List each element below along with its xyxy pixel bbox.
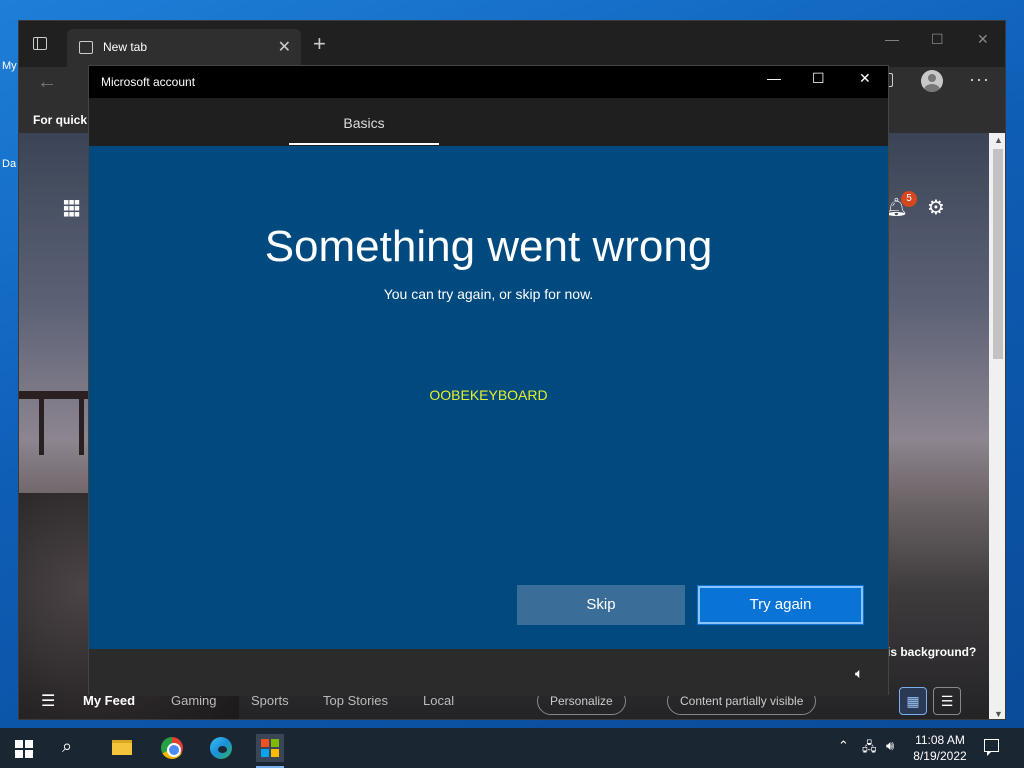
scroll-up-icon[interactable]: ▲: [994, 135, 1003, 145]
background-pier-post: [39, 395, 44, 455]
dialog-minimize-button[interactable]: —: [767, 70, 781, 86]
browser-maximize-button[interactable]: ☐: [931, 31, 944, 48]
tab-basics: Basics: [343, 115, 385, 131]
tab-close-icon[interactable]: ✕: [278, 37, 291, 57]
app-launcher-icon[interactable]: ▪▪▪ ▪▪▪ ▪▪▪: [63, 193, 80, 223]
try-again-button[interactable]: Try again: [697, 585, 864, 625]
edge-icon[interactable]: [207, 734, 235, 762]
chevron-up-icon[interactable]: ⌃: [838, 738, 849, 754]
more-options-icon[interactable]: ···: [969, 69, 990, 90]
error-heading: Something went wrong: [264, 222, 713, 271]
microsoft-account-dialog: Microsoft account — ☐ ✕ Basics Something…: [88, 65, 889, 696]
desktop-icon-label[interactable]: Da: [2, 158, 16, 170]
dialog-title: Microsoft account: [101, 75, 196, 89]
tab-actions-icon[interactable]: [33, 37, 47, 50]
dialog-maximize-button[interactable]: ☐: [812, 70, 825, 87]
search-icon[interactable]: ⌕: [62, 736, 72, 757]
action-center-icon[interactable]: [984, 739, 999, 756]
browser-minimize-button[interactable]: —: [885, 31, 899, 47]
tab-underline: [289, 143, 439, 145]
profile-avatar[interactable]: [921, 70, 943, 92]
back-arrow-icon[interactable]: ←: [37, 71, 57, 94]
dialog-header: Basics: [89, 98, 888, 146]
browser-tab[interactable]: New tab ✕: [67, 29, 301, 67]
tab-title: New tab: [103, 40, 148, 54]
skip-button[interactable]: Skip: [517, 585, 685, 625]
dialog-footer: 🔈︎: [89, 649, 888, 696]
new-tab-page-icon: [79, 41, 93, 54]
scroll-down-icon[interactable]: ▼: [994, 709, 1003, 719]
error-code: OOBEKEYBOARD: [429, 387, 548, 403]
taskbar: ⌕ ⌃ 🖧︎ 🔊︎ 11:08 AM 8/19/2022: [0, 728, 1024, 768]
gear-icon[interactable]: ⚙: [927, 195, 945, 220]
volume-icon[interactable]: 🔈︎: [855, 665, 863, 682]
background-pier-post: [79, 395, 84, 455]
new-tab-button[interactable]: +: [313, 31, 326, 57]
chrome-icon[interactable]: [158, 734, 186, 762]
dialog-close-button[interactable]: ✕: [859, 70, 871, 87]
grid-view-icon[interactable]: ▦: [899, 687, 927, 715]
menu-icon[interactable]: ☰: [41, 691, 55, 711]
scroll-thumb[interactable]: [993, 149, 1003, 359]
clock-time: 11:08 AM: [915, 733, 965, 747]
desktop-icon-label[interactable]: My: [2, 60, 17, 72]
clock[interactable]: 11:08 AM 8/19/2022: [912, 732, 968, 764]
tab-strip: New tab ✕ + — ☐ ✕: [19, 21, 1005, 67]
dialog-body: Something went wrong You can try again, …: [89, 146, 888, 649]
network-icon[interactable]: 🖧︎: [862, 738, 877, 760]
browser-close-button[interactable]: ✕: [977, 31, 989, 48]
folder-icon[interactable]: [108, 734, 136, 762]
error-subheading: You can try again, or skip for now.: [383, 286, 594, 302]
list-view-icon[interactable]: ☰: [933, 687, 961, 715]
volume-icon[interactable]: 🔊︎: [886, 738, 894, 754]
background-info-link[interactable]: is background?: [887, 645, 976, 659]
page-scrollbar[interactable]: ▲ ▼: [989, 133, 1005, 719]
dialog-title-bar: Microsoft account — ☐ ✕: [89, 66, 888, 98]
clock-date: 8/19/2022: [913, 749, 967, 763]
notification-count-badge: 5: [901, 191, 917, 207]
store-icon[interactable]: [256, 734, 284, 768]
windows-logo-icon[interactable]: [15, 740, 33, 758]
